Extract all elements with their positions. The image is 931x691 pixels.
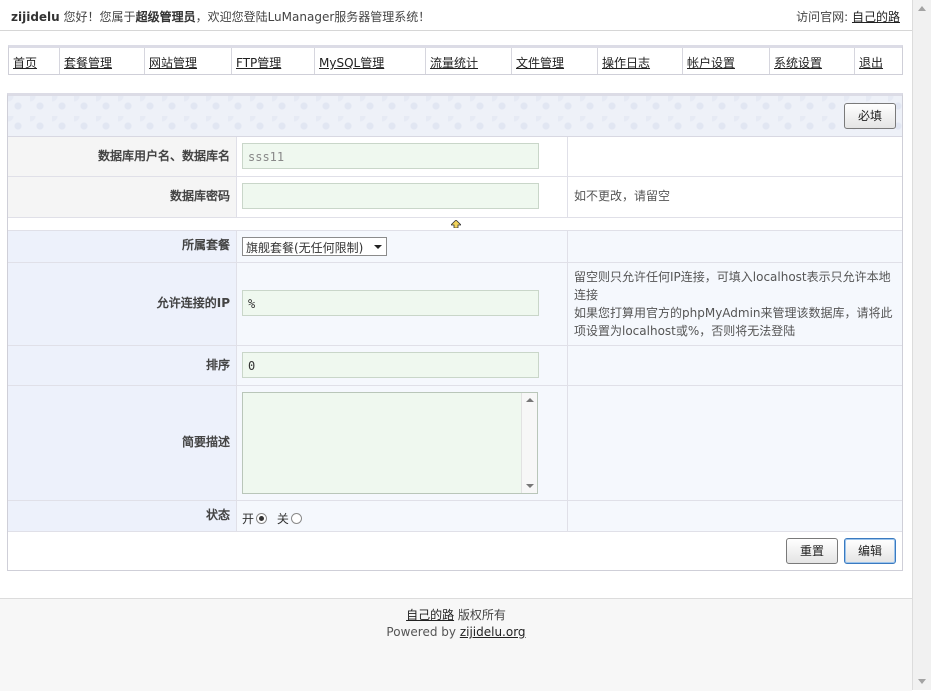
sort-input[interactable]: 0 xyxy=(242,352,539,378)
footer-site-link[interactable]: 自己的路 xyxy=(406,608,454,622)
scroll-down-icon[interactable] xyxy=(526,484,534,488)
description-hint xyxy=(568,386,902,500)
edit-button[interactable]: 编辑 xyxy=(844,538,896,564)
required-fields-button[interactable]: 必填 xyxy=(844,103,896,129)
package-cell: 旗舰套餐(无任何限制) xyxy=(237,231,568,262)
nav-item-traffic[interactable]: 流量统计 xyxy=(426,48,512,74)
chevron-down-icon xyxy=(374,245,382,249)
main-nav: 首页 套餐管理 网站管理 FTP管理 MySQL管理 流量统计 文件管理 操作日… xyxy=(8,45,903,75)
db-user-input[interactable]: sss11 xyxy=(242,143,539,169)
scroll-up-icon[interactable] xyxy=(526,398,534,402)
nav-link-traffic[interactable]: 流量统计 xyxy=(430,56,478,70)
db-password-hint: 如不更改，请留空 xyxy=(574,189,671,203)
db-user-hint xyxy=(568,137,902,176)
row-db-user: 数据库用户名、数据库名 sss11 xyxy=(8,137,902,177)
allowed-ip-input[interactable]: % xyxy=(242,290,539,316)
allowed-ip-cell: % xyxy=(237,263,568,345)
allowed-ip-label: 允许连接的IP xyxy=(8,263,237,345)
powered-by-line: Powered by zijidelu.org xyxy=(0,625,912,639)
description-cell xyxy=(237,386,568,500)
nav-link-packages[interactable]: 套餐管理 xyxy=(64,56,112,70)
scroll-down-icon[interactable] xyxy=(918,679,926,684)
nav-item-account[interactable]: 帐户设置 xyxy=(683,48,770,74)
status-off-radio[interactable] xyxy=(290,513,302,524)
nav-item-system[interactable]: 系统设置 xyxy=(770,48,855,74)
welcome-message: zijidelu 您好！您属于超级管理员，欢迎您登陆LuManager服务器管理… xyxy=(11,8,430,25)
nav-link-mysql[interactable]: MySQL管理 xyxy=(319,56,384,70)
official-site: 访问官网: 自己的路 xyxy=(796,8,900,25)
username: zijidelu xyxy=(11,10,60,24)
nav-link-home[interactable]: 首页 xyxy=(13,56,37,70)
sort-cell: 0 xyxy=(237,346,568,385)
collapse-arrow-icon[interactable] xyxy=(451,220,461,228)
nav-link-logout[interactable]: 退出 xyxy=(859,56,883,70)
allowed-ip-hint-line2: 如果您打算用官方的phpMyAdmin来管理该数据库，请将此项设置为localh… xyxy=(574,306,893,338)
user-role: 超级管理员 xyxy=(135,10,196,24)
db-user-label: 数据库用户名、数据库名 xyxy=(8,137,237,176)
nav-item-websites[interactable]: 网站管理 xyxy=(145,48,232,74)
db-password-input[interactable] xyxy=(242,183,539,209)
nav-item-logs[interactable]: 操作日志 xyxy=(598,48,683,74)
reset-button[interactable]: 重置 xyxy=(786,538,838,564)
description-textarea[interactable] xyxy=(242,392,538,494)
copyright-text: 版权所有 xyxy=(457,608,506,622)
nav-item-logout[interactable]: 退出 xyxy=(855,48,902,74)
copyright-line: 自己的路 版权所有 xyxy=(0,606,912,623)
powered-by-link[interactable]: zijidelu.org xyxy=(460,625,526,639)
visit-label: 访问官网: xyxy=(796,10,849,24)
greeting-prefix: 您好！您属于 xyxy=(63,10,136,24)
nav-item-files[interactable]: 文件管理 xyxy=(512,48,598,74)
package-select[interactable]: 旗舰套餐(无任何限制) xyxy=(242,237,387,256)
nav-link-logs[interactable]: 操作日志 xyxy=(602,56,650,70)
nav-link-files[interactable]: 文件管理 xyxy=(516,56,564,70)
row-description: 简要描述 xyxy=(8,386,902,501)
nav-item-ftp[interactable]: FTP管理 xyxy=(232,48,315,74)
nav-item-packages[interactable]: 套餐管理 xyxy=(60,48,145,74)
powered-by-text: Powered by xyxy=(386,625,456,639)
allowed-ip-hint: 留空则只允许任何IP连接，可填入localhost表示只允许本地连接 如果您打算… xyxy=(568,263,902,350)
allowed-ip-hint-line1: 留空则只允许任何IP连接，可填入localhost表示只允许本地连接 xyxy=(574,270,891,302)
greeting-suffix: ，欢迎您登陆LuManager服务器管理系统！ xyxy=(195,10,431,24)
nav-item-mysql[interactable]: MySQL管理 xyxy=(315,48,426,74)
edit-database-form: 必填 数据库用户名、数据库名 sss11 数据库密码 如不更改，请留空 所属套餐… xyxy=(7,93,903,571)
status-on-radio[interactable] xyxy=(256,513,268,524)
sort-label: 排序 xyxy=(8,346,237,385)
package-selected-value: 旗舰套餐(无任何限制) xyxy=(246,241,364,255)
row-status: 状态 开 关 xyxy=(8,501,902,532)
package-label: 所属套餐 xyxy=(8,231,237,262)
nav-link-account[interactable]: 帐户设置 xyxy=(687,56,735,70)
description-label: 简要描述 xyxy=(8,386,237,500)
row-allowed-ip: 允许连接的IP % 留空则只允许任何IP连接，可填入localhost表示只允许… xyxy=(8,263,902,346)
db-user-cell: sss11 xyxy=(237,137,568,176)
official-site-link[interactable]: 自己的路 xyxy=(852,10,900,24)
nav-link-system[interactable]: 系统设置 xyxy=(774,56,822,70)
scroll-up-icon[interactable] xyxy=(918,6,926,11)
db-password-label: 数据库密码 xyxy=(8,177,237,217)
row-package: 所属套餐 旗舰套餐(无任何限制) xyxy=(8,231,902,263)
nav-item-home[interactable]: 首页 xyxy=(9,48,60,74)
nav-link-ftp[interactable]: FTP管理 xyxy=(236,56,281,70)
form-toolbar: 必填 xyxy=(8,96,902,137)
package-hint xyxy=(568,231,902,262)
footer: 自己的路 版权所有 Powered by zijidelu.org xyxy=(0,598,912,691)
row-sort: 排序 0 xyxy=(8,346,902,386)
status-hint xyxy=(568,501,902,531)
status-on-label: 开 xyxy=(242,512,255,526)
collapse-divider[interactable] xyxy=(8,218,902,231)
status-off-label: 关 xyxy=(276,512,289,526)
textarea-scrollbar[interactable] xyxy=(521,393,537,493)
nav-link-websites[interactable]: 网站管理 xyxy=(149,56,197,70)
top-bar: zijidelu 您好！您属于超级管理员，欢迎您登陆LuManager服务器管理… xyxy=(0,0,912,31)
db-password-cell xyxy=(237,177,568,217)
page-scrollbar[interactable] xyxy=(912,0,931,690)
row-db-password: 数据库密码 如不更改，请留空 xyxy=(8,177,902,218)
status-cell: 开 关 xyxy=(237,501,568,531)
status-label: 状态 xyxy=(8,501,237,531)
sort-hint xyxy=(568,346,902,385)
